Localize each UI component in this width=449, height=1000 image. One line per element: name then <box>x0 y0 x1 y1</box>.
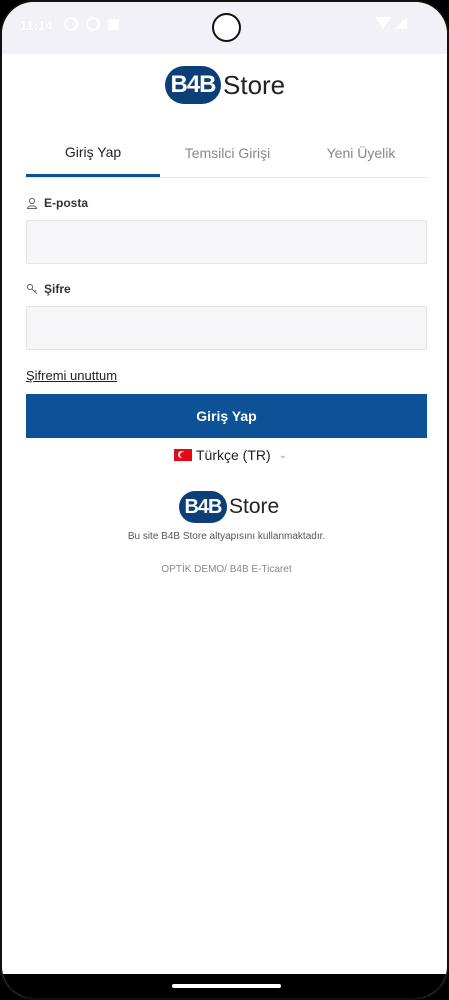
status-bar: 11:14 <box>2 2 447 54</box>
turkey-flag-icon <box>174 449 192 461</box>
phone-screen: 11:14 B4B Store Giriş Yap Temsilci Giriş… <box>0 0 449 1000</box>
front-camera <box>212 13 241 42</box>
email-label-row: E-posta <box>26 196 88 210</box>
email-label: E-posta <box>44 196 89 210</box>
language-selector[interactable]: Türkçe (TR) ⌄ <box>174 447 287 463</box>
footer-logo-badge: B4B <box>179 491 227 523</box>
email-field[interactable] <box>26 220 427 264</box>
key-icon <box>26 283 38 295</box>
signal-icon <box>395 17 407 29</box>
status-notification-icons <box>64 17 119 31</box>
chevron-down-icon: ⌄ <box>278 449 288 461</box>
tab-login[interactable]: Giriş Yap <box>26 130 160 177</box>
language-label: Türkçe (TR) <box>196 447 271 463</box>
tab-new-membership[interactable]: Yeni Üyelik <box>295 130 427 176</box>
logo-badge: B4B <box>165 66 221 104</box>
app-notification-icon <box>108 19 119 30</box>
notification-icon <box>64 17 78 31</box>
password-label-row: Şifre <box>26 282 71 296</box>
site-info-text: OPTİK DEMO/ B4B E-Ticaret <box>161 564 292 575</box>
tab-representative-login[interactable]: Temsilci Girişi <box>160 130 295 176</box>
footer-brand-logo: B4B Store <box>179 491 279 523</box>
password-field[interactable] <box>26 306 427 350</box>
user-icon <box>26 197 38 209</box>
login-button[interactable]: Giriş Yap <box>26 394 427 438</box>
forgot-password-link[interactable]: Şifremi unuttum <box>26 368 117 383</box>
login-tabs: Giriş Yap Temsilci Girişi Yeni Üyelik <box>26 130 427 178</box>
status-time: 11:14 <box>20 18 53 33</box>
logo-wordmark: Store <box>223 69 286 100</box>
status-system-icons <box>375 17 407 29</box>
shield-icon <box>86 17 100 31</box>
password-label: Şifre <box>44 282 71 296</box>
powered-by-text: Bu site B4B Store altyapısını kullanmakt… <box>127 531 326 542</box>
brand-logo: B4B Store <box>165 66 285 104</box>
wifi-icon <box>375 17 391 29</box>
home-indicator[interactable] <box>172 984 281 988</box>
navigation-bar <box>2 974 447 998</box>
footer-logo-wordmark: Store <box>229 495 280 518</box>
